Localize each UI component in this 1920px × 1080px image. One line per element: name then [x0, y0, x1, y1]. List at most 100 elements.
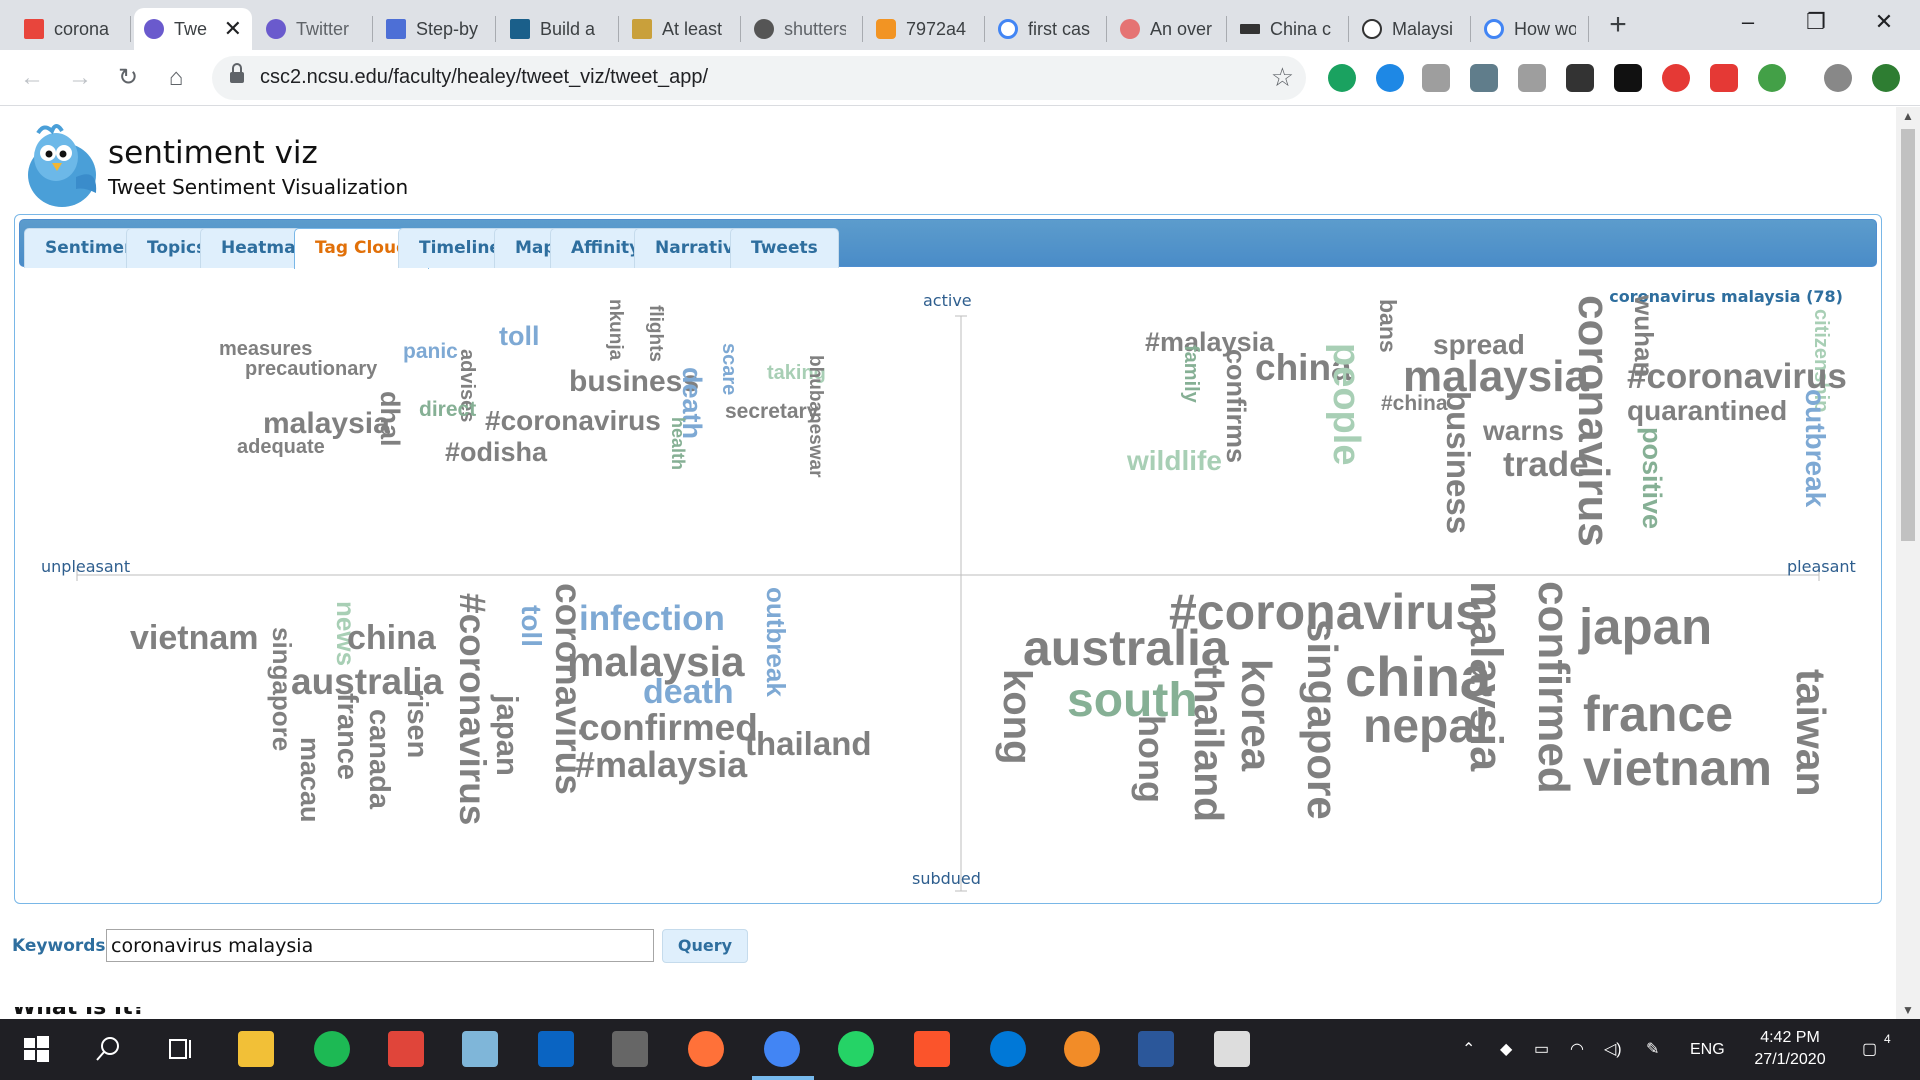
extension-icon[interactable]: [1614, 64, 1642, 92]
tag-word[interactable]: confirmed: [579, 709, 758, 746]
browser-tab[interactable]: How wo: [1474, 8, 1586, 50]
tag-word[interactable]: japan: [490, 695, 525, 776]
update-icon[interactable]: [1872, 64, 1900, 92]
browser-tab[interactable]: corona: [14, 8, 126, 50]
tag-word[interactable]: malaysia: [263, 409, 390, 439]
keywords-input[interactable]: [106, 929, 654, 962]
back-button[interactable]: ←: [12, 58, 52, 98]
show-hidden-icons-chevron-up-icon[interactable]: ⌃: [1462, 1019, 1475, 1080]
whatsapp-icon[interactable]: [838, 1031, 874, 1067]
clock[interactable]: 4:42 PM 27/1/2020: [1740, 1027, 1840, 1071]
extension-icon[interactable]: [1470, 64, 1498, 92]
extension-icon[interactable]: [1376, 64, 1404, 92]
app-icon[interactable]: [462, 1031, 498, 1067]
tag-word[interactable]: direct: [419, 399, 476, 420]
scrollbar-thumb[interactable]: [1901, 129, 1915, 541]
scroll-down-arrow-icon[interactable]: ▼: [1902, 1003, 1914, 1017]
browser-tab[interactable]: Twitter: [256, 8, 368, 50]
windows-start-icon[interactable]: [18, 1031, 54, 1067]
firefox-icon[interactable]: [688, 1031, 724, 1067]
url-text[interactable]: csc2.ncsu.edu/faculty/healey/tweet_viz/t…: [260, 66, 708, 89]
query-button[interactable]: Query: [662, 929, 748, 963]
browser-tab[interactable]: Build a: [500, 8, 612, 50]
word-icon[interactable]: [1138, 1031, 1174, 1067]
browser-tab-active[interactable]: Twe ✕: [134, 8, 252, 50]
browser-tab[interactable]: At least: [622, 8, 734, 50]
browser-tab[interactable]: China c: [1230, 8, 1342, 50]
browser-tab[interactable]: Step-by: [376, 8, 488, 50]
tag-word[interactable]: nepal: [1363, 703, 1488, 751]
tag-word[interactable]: outbreak: [761, 587, 791, 697]
task-view-icon[interactable]: [162, 1031, 198, 1067]
extension-icon[interactable]: [1662, 64, 1690, 92]
browser-tab[interactable]: first cas: [988, 8, 1100, 50]
tag-word[interactable]: #odisha: [445, 439, 547, 466]
scroll-up-arrow-icon[interactable]: ▲: [1902, 109, 1914, 123]
browser-tab[interactable]: 7972a4: [866, 8, 978, 50]
brave-icon[interactable]: [914, 1031, 950, 1067]
dropbox-icon[interactable]: ◆: [1500, 1019, 1512, 1080]
tag-word[interactable]: family: [1180, 345, 1202, 403]
tag-word[interactable]: wildlife: [1127, 447, 1222, 475]
tag-word[interactable]: risen: [401, 689, 433, 758]
tag-word[interactable]: bans: [1375, 299, 1401, 353]
restore-button[interactable]: ❐: [1782, 0, 1850, 44]
tag-word[interactable]: kong: [995, 669, 1039, 765]
tag-word[interactable]: confirms: [1221, 349, 1251, 463]
tag-word[interactable]: vietnam: [130, 621, 259, 655]
tag-word[interactable]: toll: [516, 605, 547, 647]
tag-word[interactable]: outbreak: [1800, 389, 1831, 507]
search-icon[interactable]: [90, 1031, 126, 1067]
pen-icon[interactable]: ✎: [1646, 1019, 1659, 1080]
extension-icon[interactable]: [1710, 64, 1738, 92]
tag-word[interactable]: #coronavirus: [452, 593, 493, 825]
tag-word[interactable]: macau: [295, 737, 325, 823]
tag-word[interactable]: toll: [499, 323, 540, 350]
tag-word[interactable]: scare: [718, 343, 740, 395]
browser-tab[interactable]: An over: [1110, 8, 1222, 50]
address-bar[interactable]: csc2.ncsu.edu/faculty/healey/tweet_viz/t…: [212, 56, 1306, 100]
notification-center-icon[interactable]: ▢: [1862, 1019, 1877, 1080]
tag-word[interactable]: secretary: [725, 401, 818, 422]
tag-word[interactable]: hong: [1131, 715, 1172, 803]
tag-word[interactable]: trade: [1503, 447, 1589, 482]
app-icon[interactable]: [314, 1031, 350, 1067]
security-shield-icon[interactable]: [1214, 1031, 1250, 1067]
tag-word[interactable]: adequate: [237, 437, 325, 457]
tag-word[interactable]: measures: [219, 339, 312, 359]
tag-word[interactable]: coronavirus: [1569, 295, 1618, 547]
profile-avatar[interactable]: [1824, 64, 1852, 92]
home-button[interactable]: ⌂: [156, 58, 196, 98]
app-icon[interactable]: [388, 1031, 424, 1067]
qr-code-extension-icon[interactable]: [1566, 64, 1594, 92]
new-tab-button[interactable]: +: [1600, 8, 1636, 44]
tag-word[interactable]: france: [1583, 689, 1733, 739]
tag-word[interactable]: precautionary: [245, 359, 377, 379]
extension-icon[interactable]: [1758, 64, 1786, 92]
tab-tweets[interactable]: Tweets: [730, 228, 839, 268]
tag-word[interactable]: flights: [645, 305, 666, 362]
tag-word[interactable]: taiwan: [1788, 669, 1834, 797]
extension-icon[interactable]: [1518, 64, 1546, 92]
close-tab-icon[interactable]: ✕: [224, 16, 242, 42]
tag-word[interactable]: vietnam: [1583, 743, 1772, 793]
tag-word[interactable]: health: [668, 417, 688, 470]
language-indicator[interactable]: ENG: [1690, 1019, 1725, 1080]
browser-tab[interactable]: Malaysi: [1352, 8, 1464, 50]
wifi-icon[interactable]: ◠: [1570, 1019, 1584, 1080]
tag-word[interactable]: business: [1440, 391, 1477, 534]
tag-word[interactable]: #coronavirus: [485, 407, 661, 435]
tag-word[interactable]: death: [643, 675, 734, 709]
tag-word[interactable]: quarantined: [1627, 397, 1787, 425]
volume-icon[interactable]: ◁): [1604, 1019, 1622, 1080]
tag-word[interactable]: #malaysia: [575, 747, 747, 783]
tag-word[interactable]: dhal: [375, 391, 405, 447]
tag-word[interactable]: #china: [1381, 393, 1448, 414]
battery-icon[interactable]: ▭: [1534, 1019, 1549, 1080]
page-scrollbar[interactable]: ▲ ▼: [1896, 107, 1920, 1019]
bookmark-star-icon[interactable]: ☆: [1271, 62, 1294, 93]
calculator-icon[interactable]: [612, 1031, 648, 1067]
close-window-button[interactable]: ✕: [1850, 0, 1918, 44]
reload-button[interactable]: ↻: [108, 58, 148, 98]
tag-word[interactable]: canada: [363, 709, 395, 809]
